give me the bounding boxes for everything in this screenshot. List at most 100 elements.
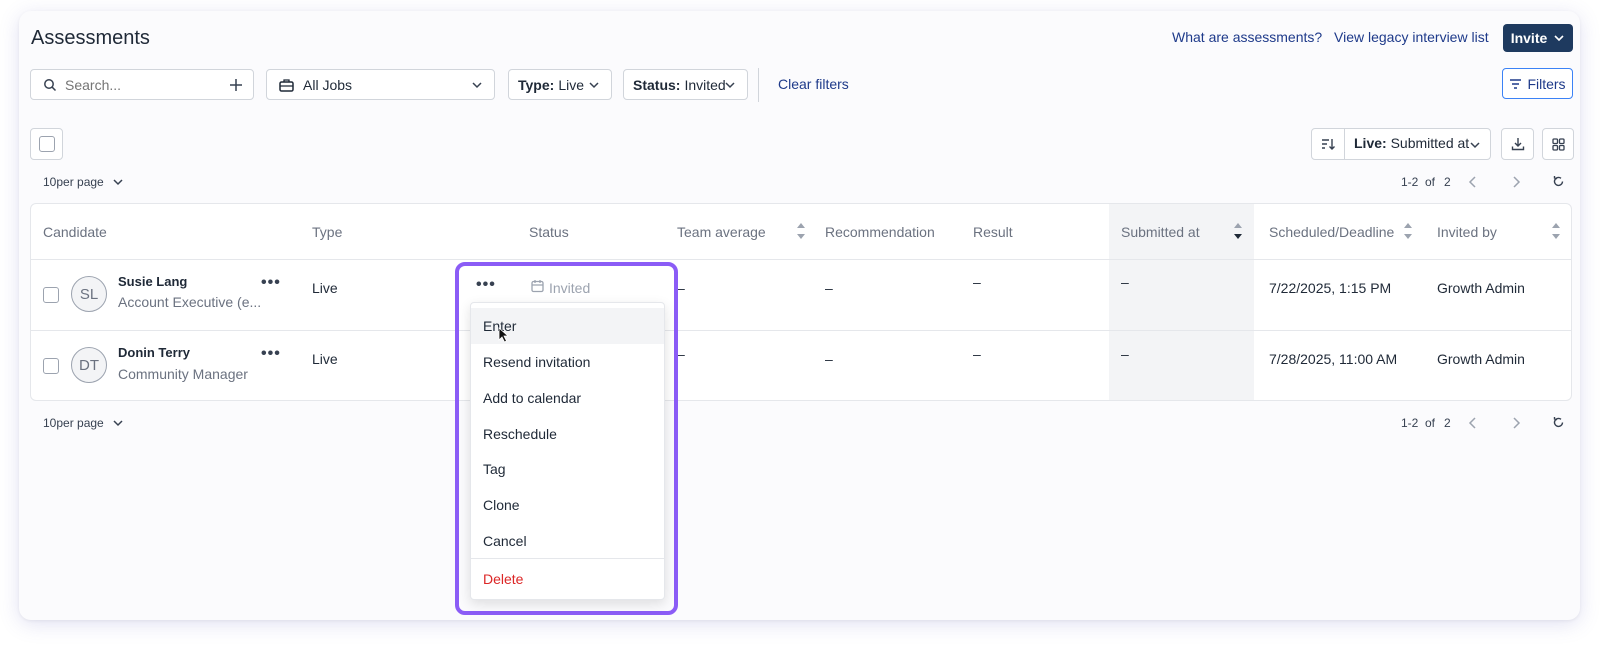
type-filter-value: Live: [558, 76, 584, 93]
page-total: 2: [1444, 416, 1451, 430]
column-header-status: Status: [529, 224, 569, 240]
download-icon: [1511, 138, 1524, 151]
row-divider: [31, 259, 1571, 260]
avatar: DT: [71, 347, 107, 383]
jobs-select[interactable]: All Jobs: [266, 69, 495, 100]
status-filter-label: Status:: [633, 76, 681, 93]
result-cell: –: [973, 346, 981, 362]
chevron-down-icon: [1470, 142, 1480, 149]
chevron-down-icon: [113, 179, 123, 186]
type-cell: Live: [312, 280, 338, 296]
filter-icon: [1510, 78, 1522, 89]
scheduled-cell: 7/28/2025, 11:00 AM: [1269, 351, 1398, 367]
page-of-label: of: [1425, 416, 1436, 430]
menu-item-cancel[interactable]: Cancel: [471, 523, 664, 559]
column-header-type: Type: [312, 224, 343, 240]
submitted-at-cell: –: [1121, 346, 1129, 362]
per-page-select-bottom[interactable]: 10per page: [43, 416, 124, 430]
search-input[interactable]: [65, 76, 215, 93]
column-header-submitted-at[interactable]: Submitted at: [1121, 224, 1200, 240]
chevron-right-icon[interactable]: [1510, 175, 1522, 189]
team-average-cell: –: [677, 280, 685, 296]
jobs-value: All Jobs: [303, 76, 353, 93]
briefcase-icon: [279, 78, 294, 92]
chevron-down-icon: [725, 81, 735, 88]
row-checkbox[interactable]: [43, 287, 59, 303]
sort-arrows-icon[interactable]: [1403, 220, 1413, 242]
column-header-team-average[interactable]: Team average: [677, 224, 766, 240]
clear-filters-link[interactable]: Clear filters: [778, 76, 849, 92]
sort-arrows-icon[interactable]: [1233, 220, 1243, 242]
invite-button[interactable]: Invite: [1503, 24, 1573, 52]
column-header-result: Result: [973, 224, 1013, 240]
legacy-interview-link[interactable]: View legacy interview list: [1334, 29, 1489, 45]
status-filter-value: Invited: [684, 76, 726, 93]
invited-by-cell: Growth Admin: [1437, 280, 1525, 296]
row-actions-menu: Enter Resend invitation Add to calendar …: [470, 302, 665, 600]
team-average-cell: –: [677, 346, 685, 362]
search-box[interactable]: [30, 69, 254, 100]
sort-arrows-icon[interactable]: [796, 220, 806, 242]
sort-arrows-icon[interactable]: [1551, 220, 1561, 242]
page-title: Assessments: [31, 27, 150, 49]
grid-view-button[interactable]: [1542, 128, 1574, 160]
invite-label: Invite: [1510, 30, 1548, 46]
chevron-down-icon: [1554, 35, 1564, 42]
chevron-left-icon[interactable]: [1467, 416, 1479, 430]
type-filter[interactable]: Type: Live: [508, 69, 612, 100]
select-all-checkbox[interactable]: [38, 136, 55, 152]
assessments-table: Candidate Type Status Team average Recom…: [30, 203, 1572, 401]
filters-button[interactable]: Filters: [1502, 68, 1573, 99]
column-header-candidate: Candidate: [43, 224, 107, 240]
status-filter[interactable]: Status: Invited: [623, 69, 748, 100]
column-header-scheduled[interactable]: Scheduled/Deadline: [1269, 224, 1394, 240]
page-range: 1-2: [1401, 416, 1419, 430]
candidate-role: Account Executive (e...: [118, 294, 262, 310]
scheduled-cell: 7/22/2025, 1:15 PM: [1269, 280, 1392, 296]
refresh-icon[interactable]: [1552, 416, 1565, 429]
plus-icon[interactable]: [229, 78, 243, 92]
more-icon[interactable]: •••: [261, 274, 281, 292]
download-button[interactable]: [1501, 128, 1534, 160]
sort-label: Live:: [1354, 135, 1387, 151]
candidate-name[interactable]: Susie Lang: [118, 274, 187, 289]
cursor-icon: [498, 327, 509, 343]
column-header-invited-by[interactable]: Invited by: [1437, 224, 1497, 240]
filters-button-label: Filters: [1527, 75, 1566, 92]
filter-divider: [758, 68, 759, 102]
page-total: 2: [1444, 175, 1451, 189]
type-filter-label: Type:: [518, 76, 555, 93]
sort-direction-button[interactable]: [1312, 129, 1345, 159]
refresh-icon[interactable]: [1552, 175, 1565, 188]
per-page-label: 10per page: [43, 416, 104, 430]
chevron-down-icon: [113, 420, 123, 427]
search-icon: [44, 78, 57, 91]
more-icon[interactable]: •••: [261, 345, 281, 363]
menu-item-reschedule[interactable]: Reschedule: [471, 416, 664, 452]
chevron-down-icon: [589, 81, 599, 88]
menu-item-delete[interactable]: Delete: [471, 561, 664, 597]
chevron-down-icon: [472, 81, 482, 88]
row-checkbox[interactable]: [43, 358, 59, 374]
grid-icon: [1551, 137, 1565, 151]
sort-icon: [1322, 139, 1335, 150]
result-cell: –: [973, 274, 981, 290]
chevron-left-icon[interactable]: [1467, 175, 1479, 189]
page-range: 1-2: [1401, 175, 1419, 189]
what-are-assessments-link[interactable]: What are assessments?: [1172, 29, 1322, 45]
per-page-select-top[interactable]: 10per page: [43, 175, 124, 189]
row-divider: [31, 330, 1571, 331]
menu-item-resend-invitation[interactable]: Resend invitation: [471, 344, 664, 380]
menu-divider: [471, 558, 664, 559]
chevron-right-icon[interactable]: [1510, 416, 1522, 430]
sort-control[interactable]: Live: Submitted at: [1311, 128, 1491, 160]
avatar: SL: [71, 276, 107, 312]
menu-item-tag[interactable]: Tag: [471, 451, 664, 487]
candidate-name[interactable]: Donin Terry: [118, 345, 190, 360]
invited-by-cell: Growth Admin: [1437, 351, 1525, 367]
submitted-at-cell: –: [1121, 274, 1129, 290]
menu-item-clone[interactable]: Clone: [471, 487, 664, 523]
select-all-container[interactable]: [30, 128, 63, 160]
menu-item-add-to-calendar[interactable]: Add to calendar: [471, 380, 664, 416]
candidate-role: Community Manager: [118, 366, 248, 382]
